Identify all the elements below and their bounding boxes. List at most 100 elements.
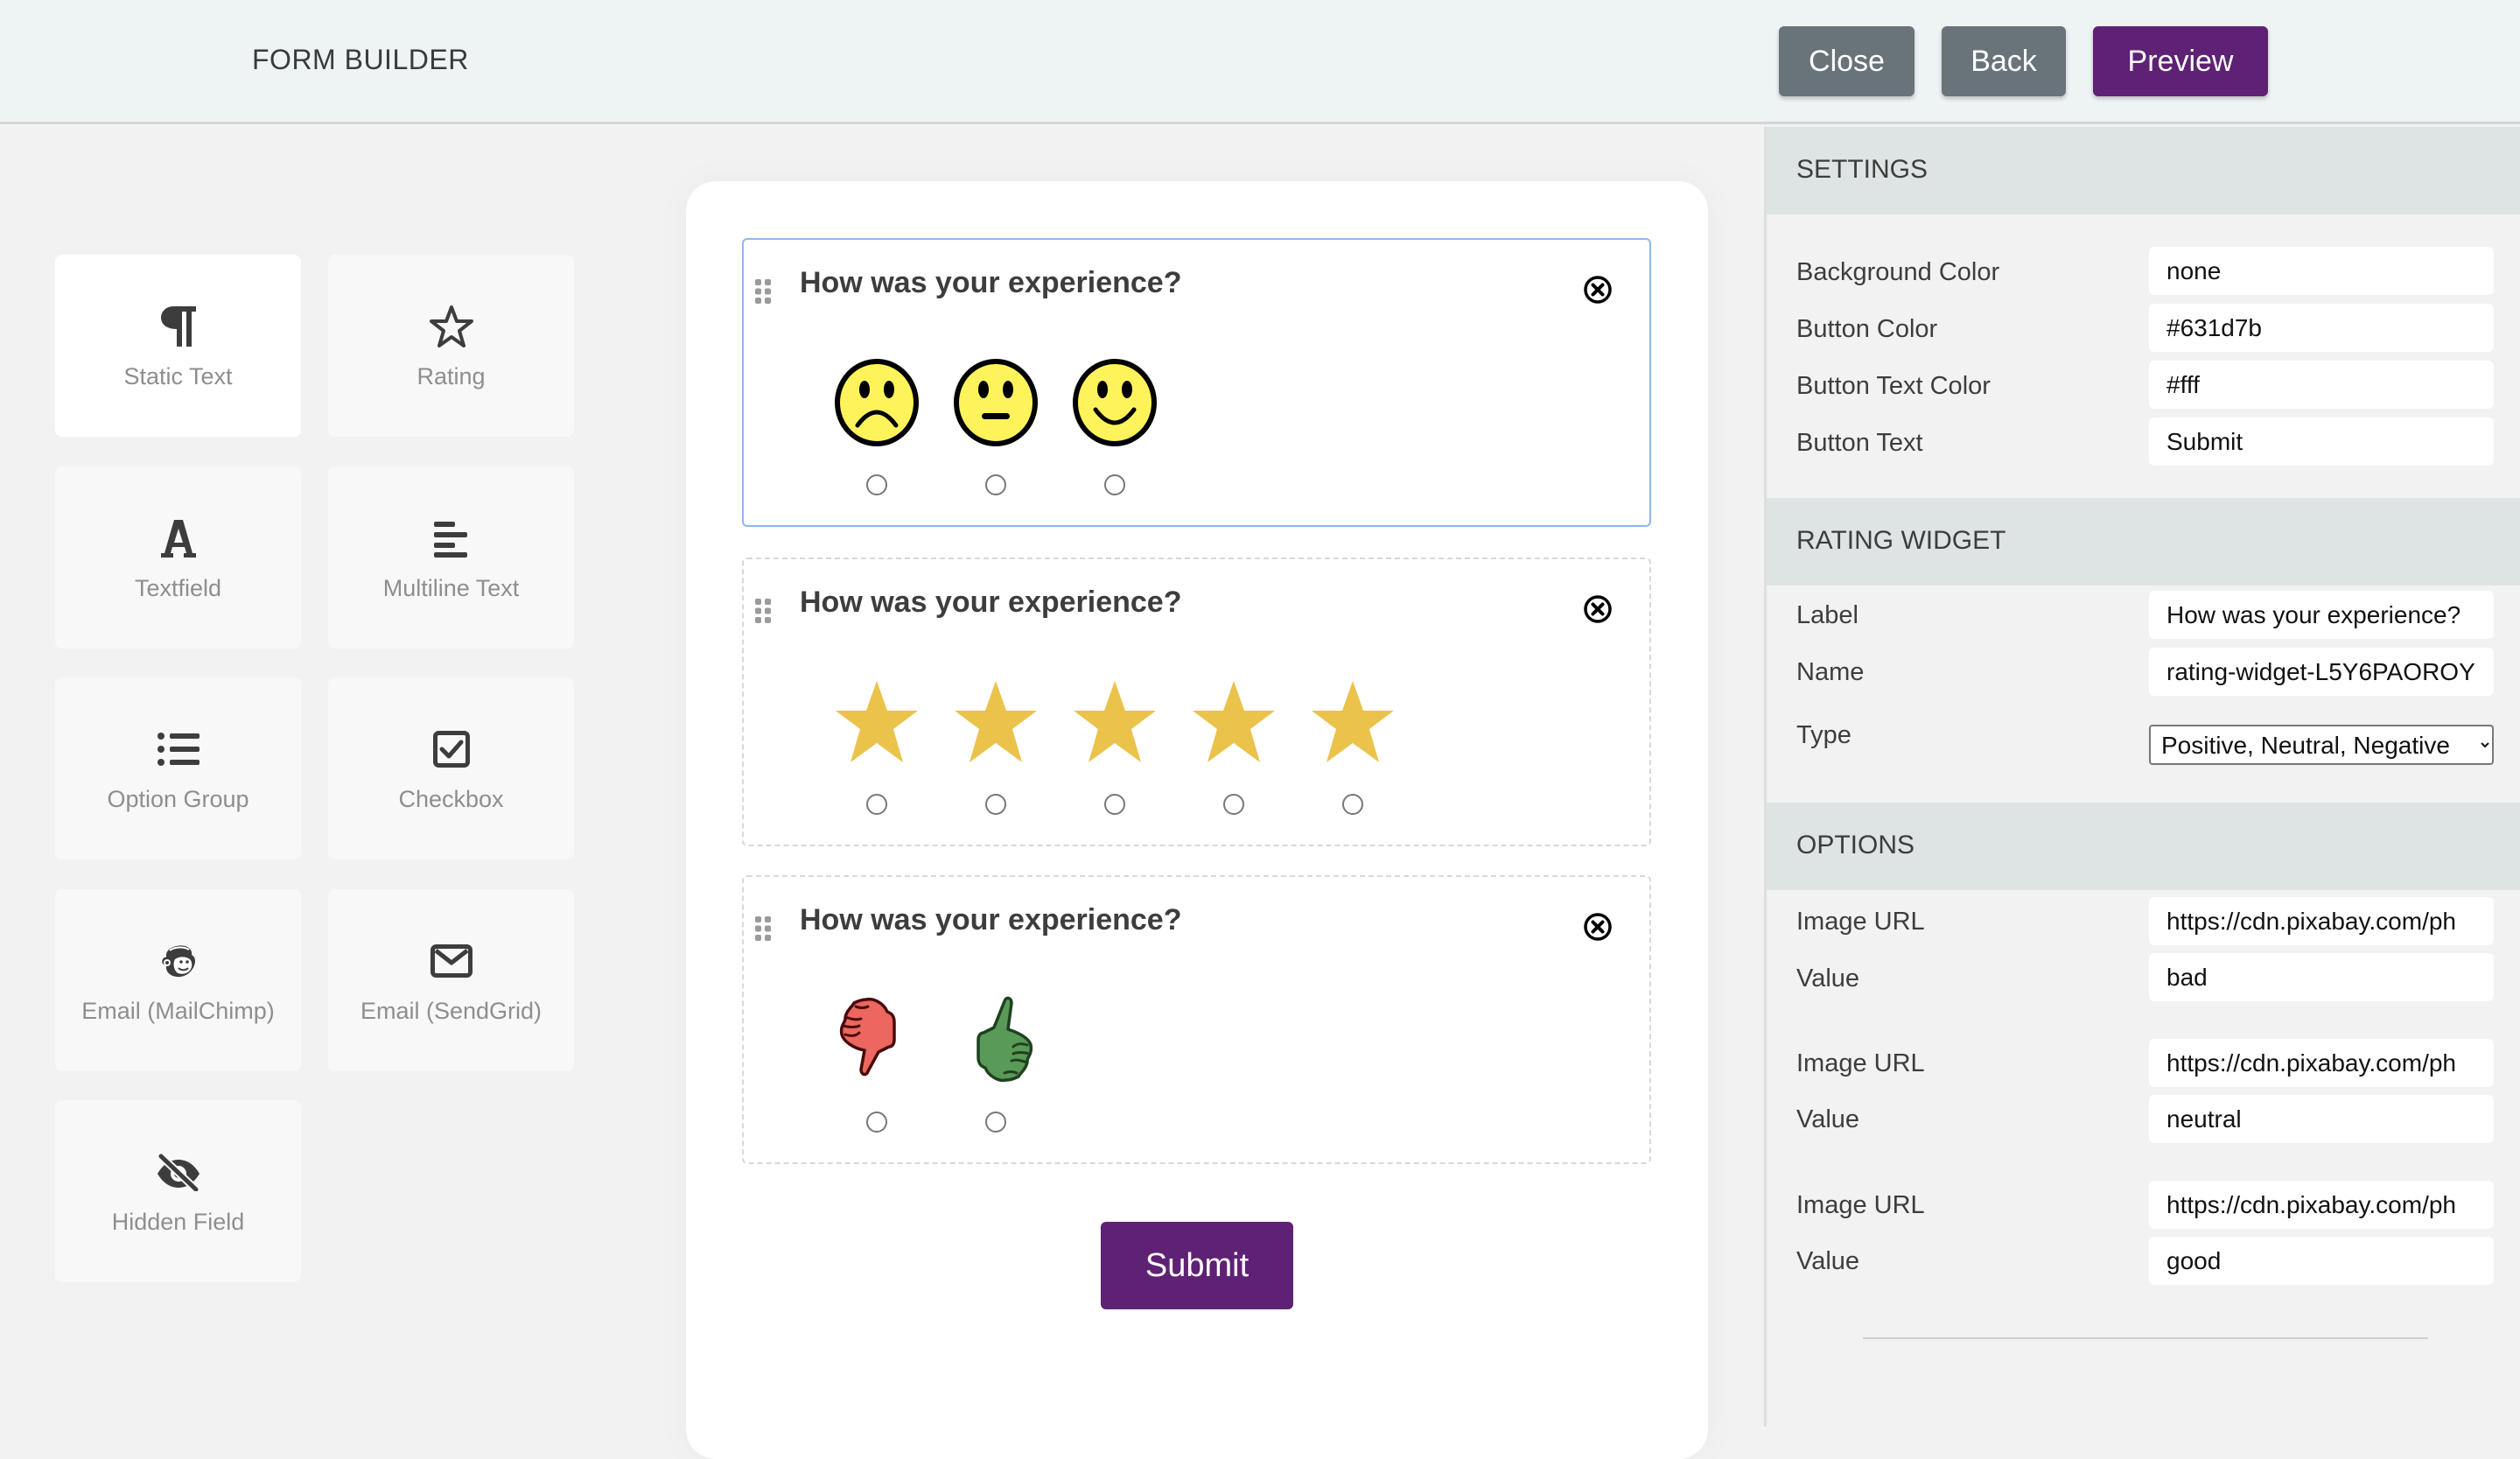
thumbs-up-icon	[952, 996, 1040, 1084]
back-button[interactable]: Back	[1942, 26, 2066, 96]
rating-option	[1055, 678, 1174, 815]
button-color-input[interactable]	[2149, 304, 2494, 352]
rating-widget-stars[interactable]: How was your experience?	[742, 558, 1651, 846]
eye-slash-icon	[154, 1147, 203, 1196]
value-label: Value	[1796, 1105, 1860, 1133]
rating-widget-heading: RATING WIDGET	[1796, 526, 2006, 555]
image-url-label: Image URL	[1796, 1049, 1925, 1077]
label-field-label: Label	[1796, 601, 1858, 629]
star-icon	[1190, 678, 1278, 766]
button-color-label: Button Color	[1796, 315, 1938, 343]
remove-widget-icon[interactable]	[1583, 275, 1613, 305]
rating-option	[1174, 678, 1293, 815]
top-bar: FORM BUILDER Close Back Preview	[0, 0, 2520, 124]
rating-option	[817, 359, 936, 495]
star-icon	[1071, 678, 1158, 766]
options-section-header: OPTIONS	[1767, 803, 2520, 890]
rating-radio[interactable]	[1223, 794, 1244, 815]
rating-option	[1293, 678, 1412, 815]
image-url-input[interactable]	[2149, 1181, 2494, 1229]
button-text-input[interactable]	[2149, 417, 2494, 466]
rating-radio[interactable]	[1342, 794, 1363, 815]
palette-item-checkbox[interactable]: Checkbox	[328, 677, 574, 859]
drag-handle-icon[interactable]	[754, 915, 772, 942]
letter-a-icon	[154, 514, 203, 563]
paragraph-icon	[154, 302, 203, 351]
value-input[interactable]	[2149, 953, 2494, 1001]
form-canvas: How was your experience? How was your ex…	[686, 181, 1708, 1459]
star-icon	[1309, 678, 1396, 766]
background-color-input[interactable]	[2149, 247, 2494, 295]
rating-option	[936, 678, 1055, 815]
submit-button[interactable]: Submit	[1101, 1222, 1293, 1309]
image-url-label: Image URL	[1796, 1191, 1925, 1219]
value-input[interactable]	[2149, 1095, 2494, 1143]
star-icon	[952, 678, 1040, 766]
widget-title: How was your experience?	[800, 903, 1182, 936]
happy-face-icon	[1071, 359, 1158, 446]
list-icon	[154, 725, 203, 774]
rating-widget-smileys[interactable]: How was your experience?	[742, 238, 1651, 527]
rating-radio[interactable]	[1104, 794, 1125, 815]
palette-item-label: Email (SendGrid)	[360, 997, 542, 1024]
remove-widget-icon[interactable]	[1583, 912, 1613, 942]
rating-widget-thumbs[interactable]: How was your experience?	[742, 875, 1651, 1164]
close-button[interactable]: Close	[1779, 26, 1914, 96]
palette-item-email-sendgrid[interactable]: Email (SendGrid)	[328, 889, 574, 1071]
type-field-label: Type	[1796, 721, 1852, 749]
value-label: Value	[1796, 964, 1860, 993]
palette-item-email-mailchimp[interactable]: Email (MailChimp)	[55, 889, 301, 1071]
label-input[interactable]	[2149, 591, 2494, 639]
options-heading: OPTIONS	[1796, 831, 1915, 859]
image-url-input[interactable]	[2149, 1039, 2494, 1087]
settings-panel: SETTINGS Background Color Button Color B…	[1764, 127, 2520, 1427]
palette-item-label: Static Text	[123, 362, 233, 389]
image-url-input[interactable]	[2149, 897, 2494, 945]
type-select[interactable]: Positive, Neutral, Negative	[2149, 725, 2494, 765]
drag-handle-icon[interactable]	[754, 598, 772, 624]
envelope-icon	[427, 936, 476, 986]
remove-widget-icon[interactable]	[1583, 594, 1613, 624]
value-input[interactable]	[2149, 1237, 2494, 1285]
palette-item-label: Checkbox	[398, 785, 504, 812]
palette-item-static-text[interactable]: Static Text	[55, 255, 301, 437]
rating-radio[interactable]	[985, 794, 1006, 815]
mailchimp-icon	[154, 936, 203, 986]
rating-radio[interactable]	[985, 474, 1006, 495]
divider	[1863, 1337, 2428, 1339]
widget-palette: Static Text Rating Textfield Multiline T…	[0, 127, 612, 1427]
star-icon	[833, 678, 920, 766]
rating-radio[interactable]	[866, 1112, 887, 1133]
drag-handle-icon[interactable]	[754, 278, 772, 305]
rating-option	[817, 996, 936, 1133]
rating-option	[936, 359, 1055, 495]
image-url-label: Image URL	[1796, 908, 1925, 936]
thumbs-down-icon	[833, 996, 920, 1084]
settings-heading: SETTINGS	[1796, 155, 1928, 184]
button-text-label: Button Text	[1796, 429, 1923, 457]
name-input[interactable]	[2149, 648, 2494, 696]
neutral-face-icon	[952, 359, 1040, 446]
palette-item-option-group[interactable]: Option Group	[55, 677, 301, 859]
palette-item-label: Email (MailChimp)	[81, 997, 275, 1024]
palette-item-label: Rating	[416, 362, 486, 389]
button-text-color-label: Button Text Color	[1796, 372, 1991, 400]
palette-item-label: Hidden Field	[111, 1208, 245, 1235]
value-label: Value	[1796, 1247, 1860, 1275]
rating-radio[interactable]	[1104, 474, 1125, 495]
palette-item-label: Textfield	[134, 574, 222, 601]
align-left-icon	[427, 514, 476, 563]
palette-item-hidden-field[interactable]: Hidden Field	[55, 1100, 301, 1282]
rating-radio[interactable]	[866, 794, 887, 815]
palette-item-multiline-text[interactable]: Multiline Text	[328, 466, 574, 649]
name-field-label: Name	[1796, 658, 1865, 686]
palette-item-rating[interactable]: Rating	[328, 255, 574, 437]
checkbox-icon	[427, 725, 476, 774]
rating-radio[interactable]	[985, 1112, 1006, 1133]
palette-item-textfield[interactable]: Textfield	[55, 466, 301, 649]
rating-radio[interactable]	[866, 474, 887, 495]
palette-item-label: Multiline Text	[382, 574, 520, 601]
palette-item-label: Option Group	[107, 785, 249, 812]
button-text-color-input[interactable]	[2149, 361, 2494, 409]
preview-button[interactable]: Preview	[2093, 26, 2268, 96]
